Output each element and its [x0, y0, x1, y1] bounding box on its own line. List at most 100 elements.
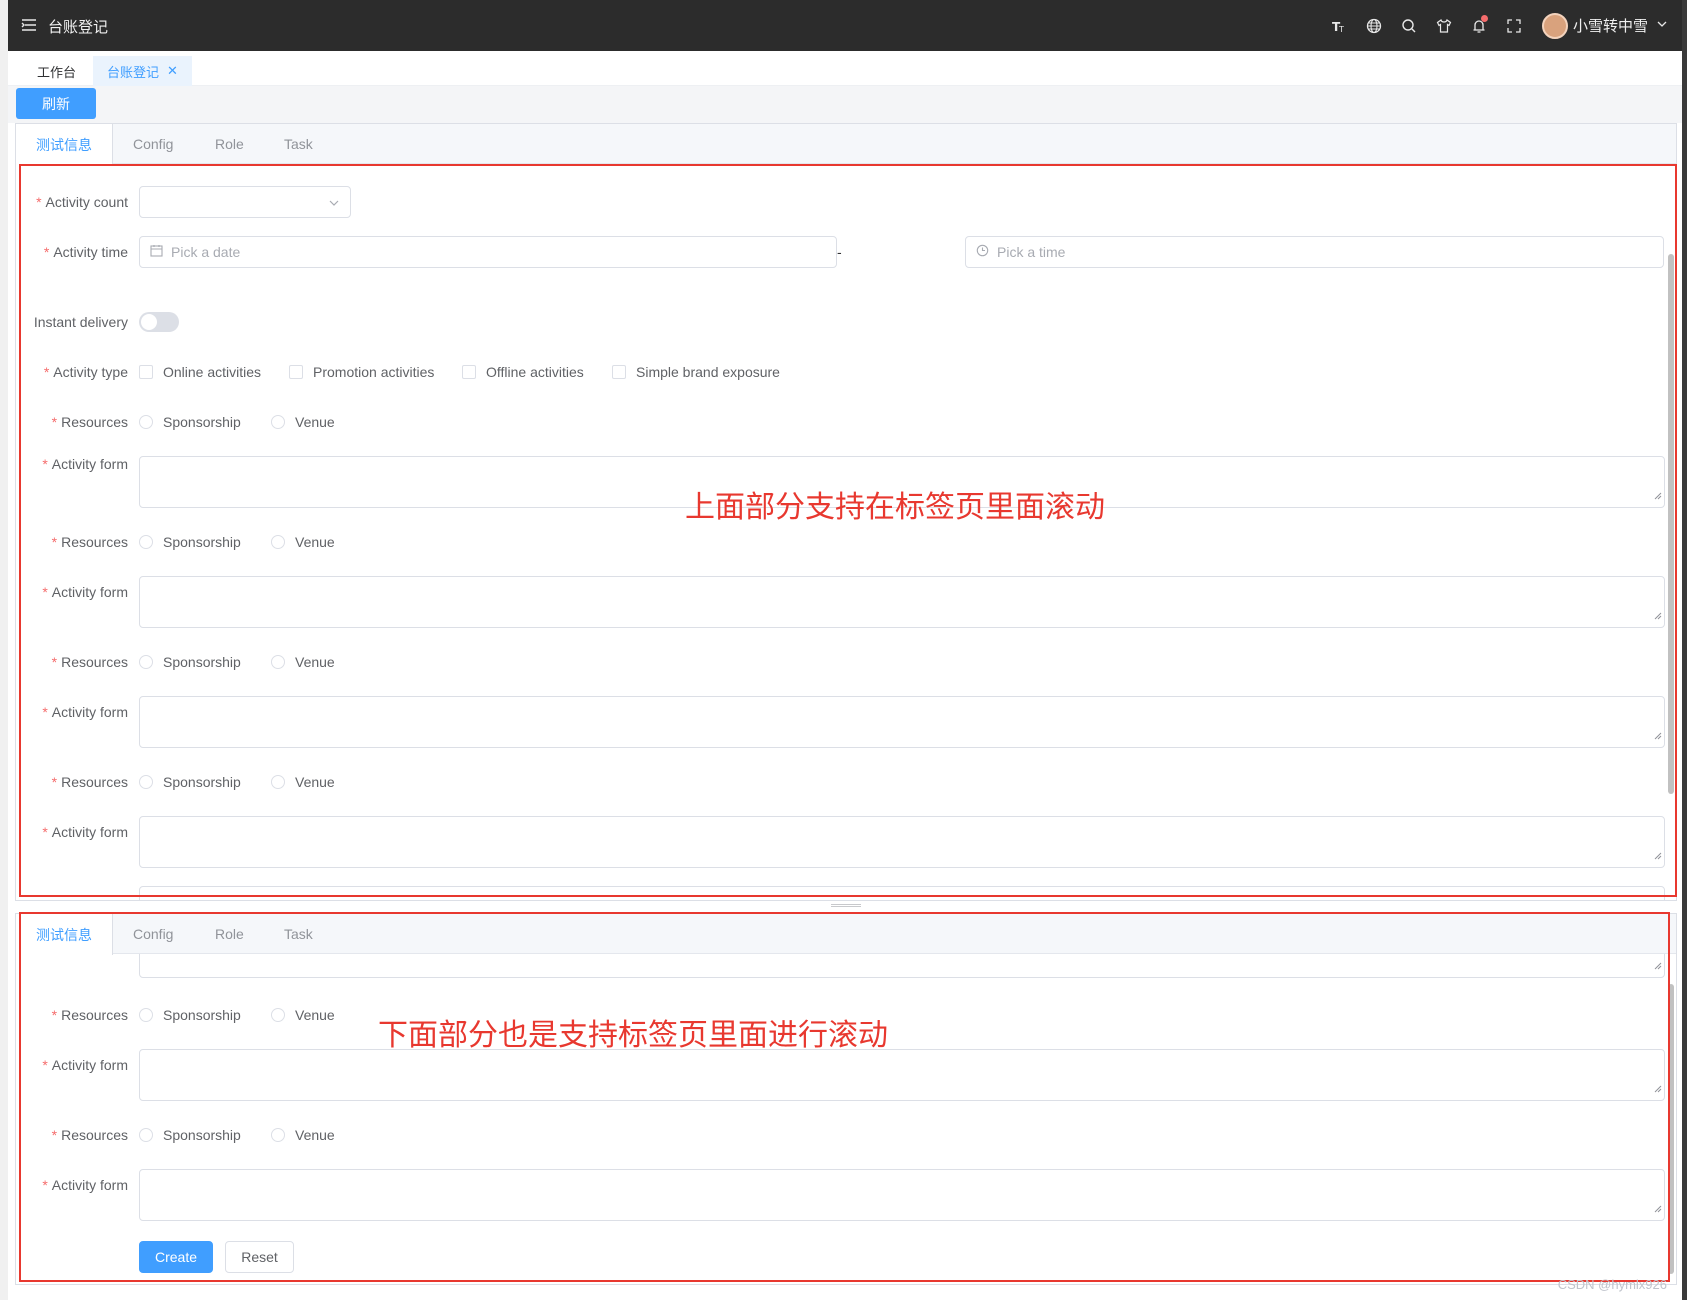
tab-content: * Activity count * Activity time Pick a da…: [16, 164, 1676, 900]
search-icon[interactable]: [1392, 0, 1427, 51]
font-size-icon[interactable]: TT: [1322, 0, 1357, 51]
activity-form-textarea[interactable]: [139, 576, 1665, 628]
tab-role[interactable]: Role: [215, 124, 244, 164]
resize-grip-icon[interactable]: [1654, 727, 1662, 745]
radio-label: Venue: [295, 534, 335, 550]
radio-sponsorship[interactable]: Sponsorship: [139, 1007, 241, 1023]
radio-label: Sponsorship: [163, 414, 241, 430]
tab-task[interactable]: Task: [284, 124, 313, 164]
tab-config[interactable]: Config: [133, 124, 173, 164]
required-mark: *: [42, 1177, 48, 1193]
checkbox-label: Simple brand exposure: [636, 364, 780, 380]
tab-test-info[interactable]: 测试信息: [16, 124, 113, 165]
tab-header: 测试信息 Config Role Task: [16, 914, 1676, 955]
header-actions: TT 小雪转中雪: [1322, 0, 1686, 51]
radio-venue[interactable]: Venue: [271, 414, 335, 430]
radio-sponsorship[interactable]: Sponsorship: [139, 414, 241, 430]
resize-grip-icon[interactable]: [1654, 847, 1662, 865]
radio-label: Sponsorship: [163, 654, 241, 670]
scrollbar[interactable]: [1668, 254, 1674, 794]
resources-label: Resources: [61, 654, 128, 670]
page: 台账登记 TT 小雪转中雪 工作台 台账登记 ✕ 刷新 测试信息 Config …: [0, 0, 1687, 1300]
activity-form-label: Activity form: [51, 1057, 128, 1073]
globe-icon[interactable]: [1357, 0, 1392, 51]
checkbox-simple-brand-exposure[interactable]: Simple brand exposure: [612, 364, 780, 380]
required-mark: *: [51, 414, 58, 430]
resize-grip-icon[interactable]: [1654, 487, 1662, 505]
form-label: * Activity form: [16, 1177, 128, 1193]
radio-circle: [271, 1008, 285, 1022]
tab-config[interactable]: Config: [133, 914, 173, 954]
required-mark: *: [51, 774, 58, 790]
page-tab-ledger[interactable]: 台账登记 ✕: [93, 56, 192, 86]
radio-venue[interactable]: Venue: [271, 1007, 335, 1023]
resources-label: Resources: [61, 774, 128, 790]
close-icon[interactable]: ✕: [167, 63, 178, 79]
activity-form-textarea[interactable]: [139, 816, 1665, 868]
lower-tab-panel: 测试信息 Config Role Task * Resources Sponsor…: [15, 913, 1677, 1285]
required-mark: *: [43, 364, 50, 380]
fullscreen-icon[interactable]: [1497, 0, 1532, 51]
tab-test-info[interactable]: 测试信息: [16, 914, 113, 955]
tab-role[interactable]: Role: [215, 914, 244, 954]
required-mark: *: [51, 1127, 58, 1143]
chevron-down-icon: [1656, 17, 1668, 35]
scrollbar[interactable]: [1668, 984, 1674, 1274]
refresh-button[interactable]: 刷新: [16, 88, 96, 119]
form-label: * Activity time: [16, 244, 128, 260]
form-row-resources: * Resources Sponsorship Venue: [16, 766, 1676, 798]
checkbox-box: [289, 365, 303, 379]
toolbar: 刷新: [8, 86, 1686, 123]
form-label: * Resources: [16, 774, 128, 790]
activity-count-select[interactable]: [139, 186, 351, 218]
activity-form-textarea[interactable]: [139, 1169, 1665, 1221]
create-button[interactable]: Create: [139, 1241, 213, 1273]
radio-circle: [271, 655, 285, 669]
resize-grip-icon[interactable]: [1654, 1080, 1662, 1098]
tab-task[interactable]: Task: [284, 914, 313, 954]
radio-venue[interactable]: Venue: [271, 654, 335, 670]
activity-form-textarea[interactable]: [139, 696, 1665, 748]
checkbox-promotion-activities[interactable]: Promotion activities: [289, 364, 434, 380]
time-picker[interactable]: Pick a time: [965, 236, 1664, 268]
radio-sponsorship[interactable]: Sponsorship: [139, 1127, 241, 1143]
form-row-instant-delivery: Instant delivery: [16, 306, 1676, 338]
required-mark: *: [42, 824, 48, 840]
radio-sponsorship[interactable]: Sponsorship: [139, 654, 241, 670]
menu-toggle-icon[interactable]: [18, 14, 40, 36]
form-label: * Activity form: [16, 1057, 128, 1073]
activity-form-textarea[interactable]: [139, 1049, 1665, 1101]
shirt-icon[interactable]: [1427, 0, 1462, 51]
radio-sponsorship[interactable]: Sponsorship: [139, 774, 241, 790]
bell-icon[interactable]: [1462, 0, 1497, 51]
time-placeholder: Pick a time: [997, 244, 1066, 260]
activity-form-textarea[interactable]: [139, 886, 1665, 900]
radio-venue[interactable]: Venue: [271, 774, 335, 790]
checkbox-online-activities[interactable]: Online activities: [139, 364, 261, 380]
radio-label: Sponsorship: [163, 774, 241, 790]
activity-form-textarea[interactable]: [139, 954, 1665, 978]
reset-button[interactable]: Reset: [225, 1241, 294, 1273]
user-menu[interactable]: 小雪转中雪: [1541, 12, 1668, 39]
date-picker[interactable]: Pick a date: [139, 236, 837, 268]
splitter-handle[interactable]: [831, 904, 861, 907]
activity-time-label: Activity time: [53, 244, 128, 260]
required-mark: *: [51, 534, 58, 550]
resize-grip-icon[interactable]: [1654, 1200, 1662, 1218]
tab-header: 测试信息 Config Role Task: [16, 124, 1676, 165]
radio-sponsorship[interactable]: Sponsorship: [139, 534, 241, 550]
radio-venue[interactable]: Venue: [271, 534, 335, 550]
window-edge: [0, 0, 8, 1300]
instant-delivery-switch[interactable]: [139, 312, 179, 332]
resources-label: Resources: [61, 534, 128, 550]
checkbox-offline-activities[interactable]: Offline activities: [462, 364, 584, 380]
page-tab-workbench[interactable]: 工作台: [23, 56, 90, 86]
radio-label: Venue: [295, 774, 335, 790]
resize-grip-icon[interactable]: [1654, 607, 1662, 625]
form-label: * Resources: [16, 1007, 128, 1023]
radio-circle: [271, 535, 285, 549]
radio-venue[interactable]: Venue: [271, 1127, 335, 1143]
required-mark: *: [36, 194, 42, 210]
checkbox-box: [462, 365, 476, 379]
resize-grip-icon[interactable]: [1654, 957, 1662, 975]
